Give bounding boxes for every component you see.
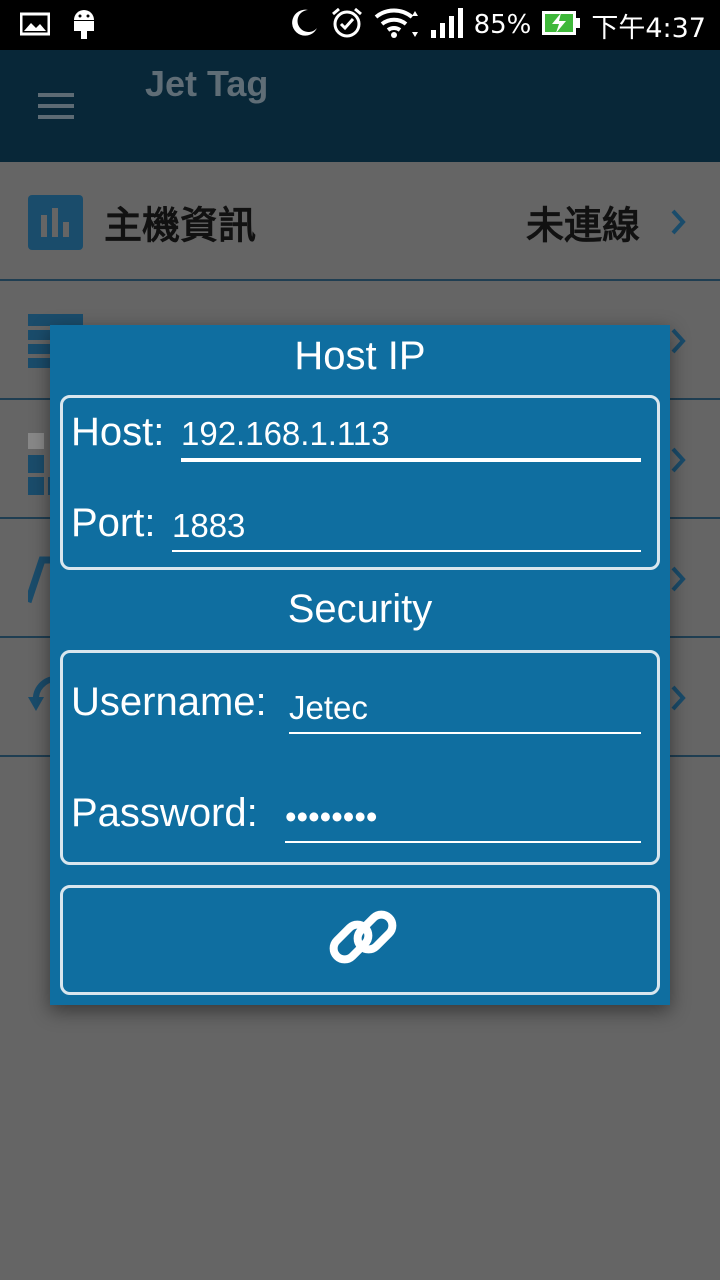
password-input[interactable]: [285, 795, 641, 843]
chevron-right-icon: [670, 327, 686, 355]
port-label: Port:: [71, 501, 156, 545]
chevron-right-icon: [670, 208, 686, 236]
list-item-host-info[interactable]: 主機資訊 未連線: [0, 162, 720, 281]
image-icon: [19, 12, 51, 40]
wifi-icon: [374, 7, 420, 43]
password-label: Password:: [71, 791, 258, 835]
port-input[interactable]: [172, 504, 641, 552]
alarm-icon: [330, 6, 364, 44]
battery-percent: 85%: [473, 10, 532, 40]
chevron-right-icon: [670, 565, 686, 593]
list-item-value: 未連線: [525, 203, 640, 248]
app-title: Jet Tag: [145, 63, 269, 104]
clock: 下午4:37: [591, 12, 706, 44]
moon-icon: [288, 7, 320, 43]
username-input[interactable]: [289, 686, 641, 734]
android-icon: [72, 8, 96, 44]
bar-chart-icon: [28, 195, 83, 250]
host-ip-title: Host IP: [294, 334, 426, 378]
host-port-box: Host: Port:: [60, 395, 660, 570]
battery-charging-icon: [541, 10, 581, 40]
connect-button[interactable]: [60, 885, 660, 995]
username-label: Username:: [71, 680, 267, 724]
link-icon: [329, 910, 397, 964]
security-title: Security: [287, 587, 433, 631]
chevron-right-icon: [670, 684, 686, 712]
status-bar: 85% 下午4:37: [0, 0, 720, 50]
security-box: Username: Password:: [60, 650, 660, 865]
app-bar: [0, 50, 720, 162]
host-input[interactable]: [181, 412, 641, 462]
menu-icon[interactable]: [38, 93, 74, 119]
chevron-right-icon: [670, 446, 686, 474]
host-ip-dialog: Host IP Host: Port: Security Username: P…: [50, 325, 670, 1005]
list-item-label: 主機資訊: [104, 203, 257, 248]
signal-icon: [430, 8, 464, 42]
host-label: Host:: [71, 410, 165, 454]
